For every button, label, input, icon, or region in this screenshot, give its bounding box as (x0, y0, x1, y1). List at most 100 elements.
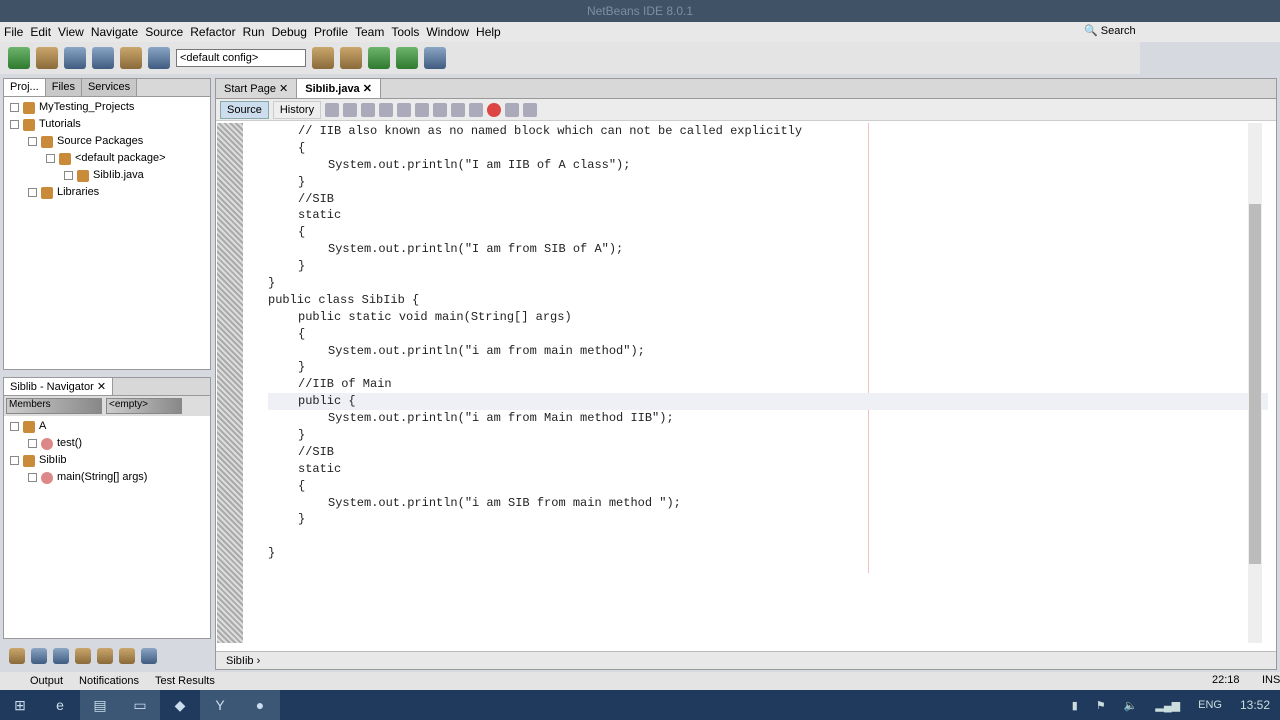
last-edit-icon[interactable] (325, 102, 340, 117)
explorer-icon[interactable]: ▤ (80, 690, 120, 720)
forward-icon[interactable] (361, 102, 376, 117)
code-line: public class SibIib { (268, 292, 420, 307)
tree-item[interactable]: MyTesting_Projects (4, 99, 210, 116)
menu-item-tools[interactable]: Tools (391, 25, 419, 39)
code-line: { (298, 140, 306, 155)
undo-icon[interactable] (120, 47, 142, 69)
menu-item-refactor[interactable]: Refactor (190, 25, 235, 39)
code-line: public static void main(String[] args) (298, 309, 572, 324)
record-macro-icon[interactable] (487, 102, 502, 117)
comment-icon[interactable] (523, 102, 538, 117)
code-line: { (298, 225, 306, 240)
menu-item-file[interactable]: File (4, 25, 23, 39)
back-icon[interactable] (343, 102, 358, 117)
folder-icon[interactable]: ▭ (120, 690, 160, 720)
filter-icon[interactable] (53, 648, 69, 664)
filter-icon[interactable] (31, 648, 47, 664)
tab-output[interactable]: Output (30, 675, 63, 687)
netbeans-icon[interactable]: Y (200, 690, 240, 720)
save-all-icon[interactable] (92, 47, 114, 69)
menu-item-navigate[interactable]: Navigate (91, 25, 138, 39)
recorder-icon[interactable]: ● (240, 690, 280, 720)
tab-services[interactable]: Services (81, 79, 138, 96)
find-previous-icon[interactable] (397, 102, 412, 117)
app-icon[interactable]: ◆ (160, 690, 200, 720)
tree-item[interactable]: Source Packages (4, 133, 210, 150)
expand-icon[interactable] (46, 154, 55, 163)
expand-icon[interactable] (10, 456, 19, 465)
build-icon[interactable] (312, 47, 334, 69)
expand-icon[interactable] (28, 137, 37, 146)
find-icon[interactable] (379, 102, 394, 117)
filter-icon[interactable] (75, 648, 91, 664)
search-input[interactable]: 🔍 Search (1084, 22, 1144, 40)
language-indicator[interactable]: ENG (1198, 699, 1222, 711)
menu-item-help[interactable]: Help (476, 25, 501, 39)
navigator-select[interactable]: <empty> (106, 398, 182, 414)
signal-icon[interactable]: ▂▄▆ (1155, 699, 1180, 712)
tab-test-results[interactable]: Test Results (155, 675, 215, 687)
clock[interactable]: 13:52 (1240, 698, 1270, 712)
open-project-icon[interactable] (64, 47, 86, 69)
find-next-icon[interactable] (415, 102, 430, 117)
menu-item-team[interactable]: Team (355, 25, 384, 39)
tab-notifications[interactable]: Notifications (79, 675, 139, 687)
scrollbar-thumb[interactable] (1249, 204, 1261, 564)
code-line: } (268, 276, 276, 291)
code-area[interactable]: // IIB also known as no named block whic… (268, 123, 1268, 562)
menu-item-view[interactable]: View (58, 25, 84, 39)
shift-right-icon[interactable] (469, 102, 484, 117)
expand-icon[interactable] (64, 171, 73, 180)
ie-icon[interactable]: e (40, 690, 80, 720)
editor-tab[interactable]: SibIib.java ✕ (297, 79, 381, 98)
tree-item[interactable]: <default package> (4, 150, 210, 167)
start-button[interactable]: ⊞ (0, 690, 40, 720)
tab-proj[interactable]: Proj... (4, 79, 46, 96)
expand-icon[interactable] (10, 422, 19, 431)
expand-icon[interactable] (28, 188, 37, 197)
tree-item[interactable]: Libraries (4, 184, 210, 201)
tree-item[interactable]: main(String[] args) (4, 469, 210, 486)
menu-item-edit[interactable]: Edit (30, 25, 51, 39)
profile-icon[interactable] (424, 47, 446, 69)
members-filter[interactable]: Members (6, 398, 102, 414)
menu-item-profile[interactable]: Profile (314, 25, 348, 39)
tree-item[interactable]: SibIib (4, 452, 210, 469)
menu-item-source[interactable]: Source (145, 25, 183, 39)
toggle-highlight-icon[interactable] (433, 102, 448, 117)
battery-icon[interactable]: ▮ (1072, 699, 1078, 712)
flag-icon[interactable]: ⚑ (1096, 699, 1106, 712)
filter-icon[interactable] (97, 648, 113, 664)
tree-item[interactable]: Tutorials (4, 116, 210, 133)
editor-tab[interactable]: Start Page ✕ (216, 79, 298, 98)
shift-left-icon[interactable] (451, 102, 466, 117)
tree-item[interactable]: test() (4, 435, 210, 452)
config-select[interactable]: <default config> (176, 49, 306, 67)
tree-item[interactable]: SibIib.java (4, 167, 210, 184)
filter-icon[interactable] (119, 648, 135, 664)
expand-icon[interactable] (28, 473, 37, 482)
debug-icon[interactable] (396, 47, 418, 69)
filter-icon[interactable] (141, 648, 157, 664)
expand-icon[interactable] (10, 103, 19, 112)
run-icon[interactable] (368, 47, 390, 69)
clean-build-icon[interactable] (340, 47, 362, 69)
expand-icon[interactable] (28, 439, 37, 448)
redo-icon[interactable] (148, 47, 170, 69)
volume-icon[interactable]: 🔈 (1124, 699, 1138, 712)
menu-item-window[interactable]: Window (426, 25, 469, 39)
expand-icon[interactable] (10, 120, 19, 129)
source-button[interactable]: Source (220, 100, 269, 119)
menu-item-run[interactable]: Run (243, 25, 265, 39)
tab-label: Files (51, 81, 75, 93)
new-file-icon[interactable] (8, 47, 30, 69)
tab-files[interactable]: Files (45, 79, 82, 96)
breadcrumb[interactable]: SibIib › (216, 651, 1276, 669)
menu-item-debug[interactable]: Debug (272, 25, 307, 39)
filter-icon[interactable] (9, 648, 25, 664)
history-button[interactable]: History (272, 100, 322, 119)
tree-item[interactable]: A (4, 418, 210, 435)
stop-macro-icon[interactable] (505, 102, 520, 117)
new-project-icon[interactable] (36, 47, 58, 69)
navigator-tab[interactable]: Siblib - Navigator ✕ (4, 378, 114, 395)
